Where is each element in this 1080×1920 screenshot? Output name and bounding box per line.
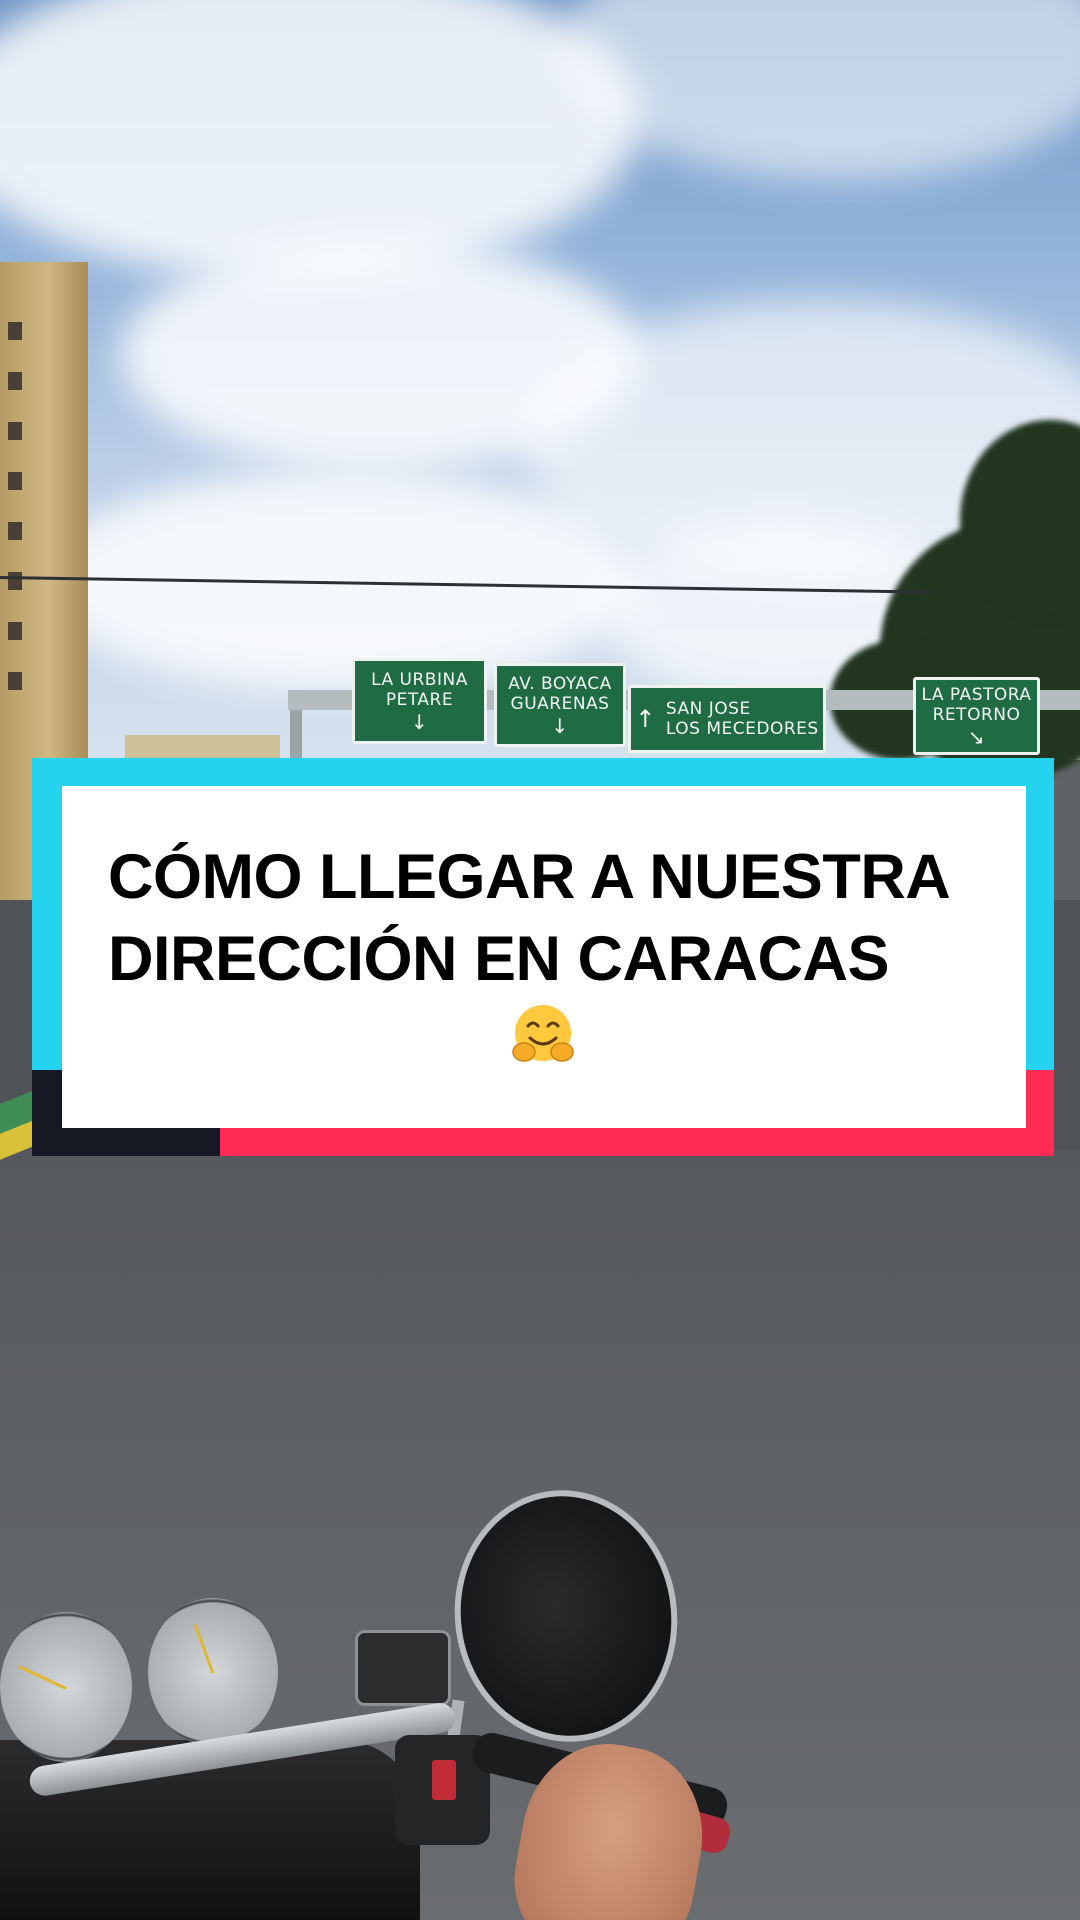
road-sign: LA URBINA PETARE ↓ [352,658,487,744]
road-sign: ↑ SAN JOSE LOS MECEDORES [628,685,826,753]
road-sign: AV. BOYACA GUARENAS ↓ [494,663,626,747]
kill-switch [432,1760,456,1800]
arrow-down-icon: ↓ [551,714,569,738]
brake-reservoir [355,1630,451,1706]
road-sign: LA PASTORA RETORNO ↘ [913,677,1040,755]
arrow-down-icon: ↓ [410,710,429,734]
tachometer-gauge [0,1612,132,1762]
arrow-down-right-icon: ↘ [967,725,986,749]
speedometer-gauge [148,1598,278,1746]
hugging-face-emoji [512,1005,574,1062]
arrow-up-icon: ↑ [635,705,656,733]
title-text: CÓMO LLEGAR A NUESTRA DIRECCIÓN EN CARAC… [108,842,951,994]
title-card: CÓMO LLEGAR A NUESTRA DIRECCIÓN EN CARAC… [62,786,1026,1128]
